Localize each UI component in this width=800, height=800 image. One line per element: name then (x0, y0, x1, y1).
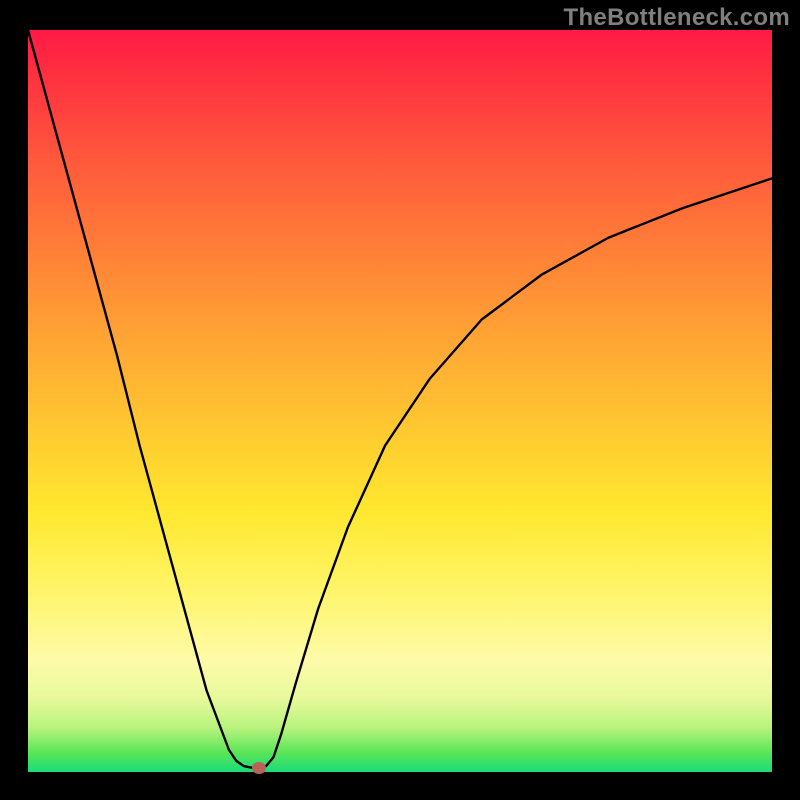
bottleneck-curve (28, 30, 772, 768)
optimum-marker (252, 762, 266, 774)
plot-area (28, 30, 772, 772)
chart-frame: TheBottleneck.com (0, 0, 800, 800)
watermark-text: TheBottleneck.com (564, 4, 790, 32)
curve-svg (28, 30, 772, 772)
